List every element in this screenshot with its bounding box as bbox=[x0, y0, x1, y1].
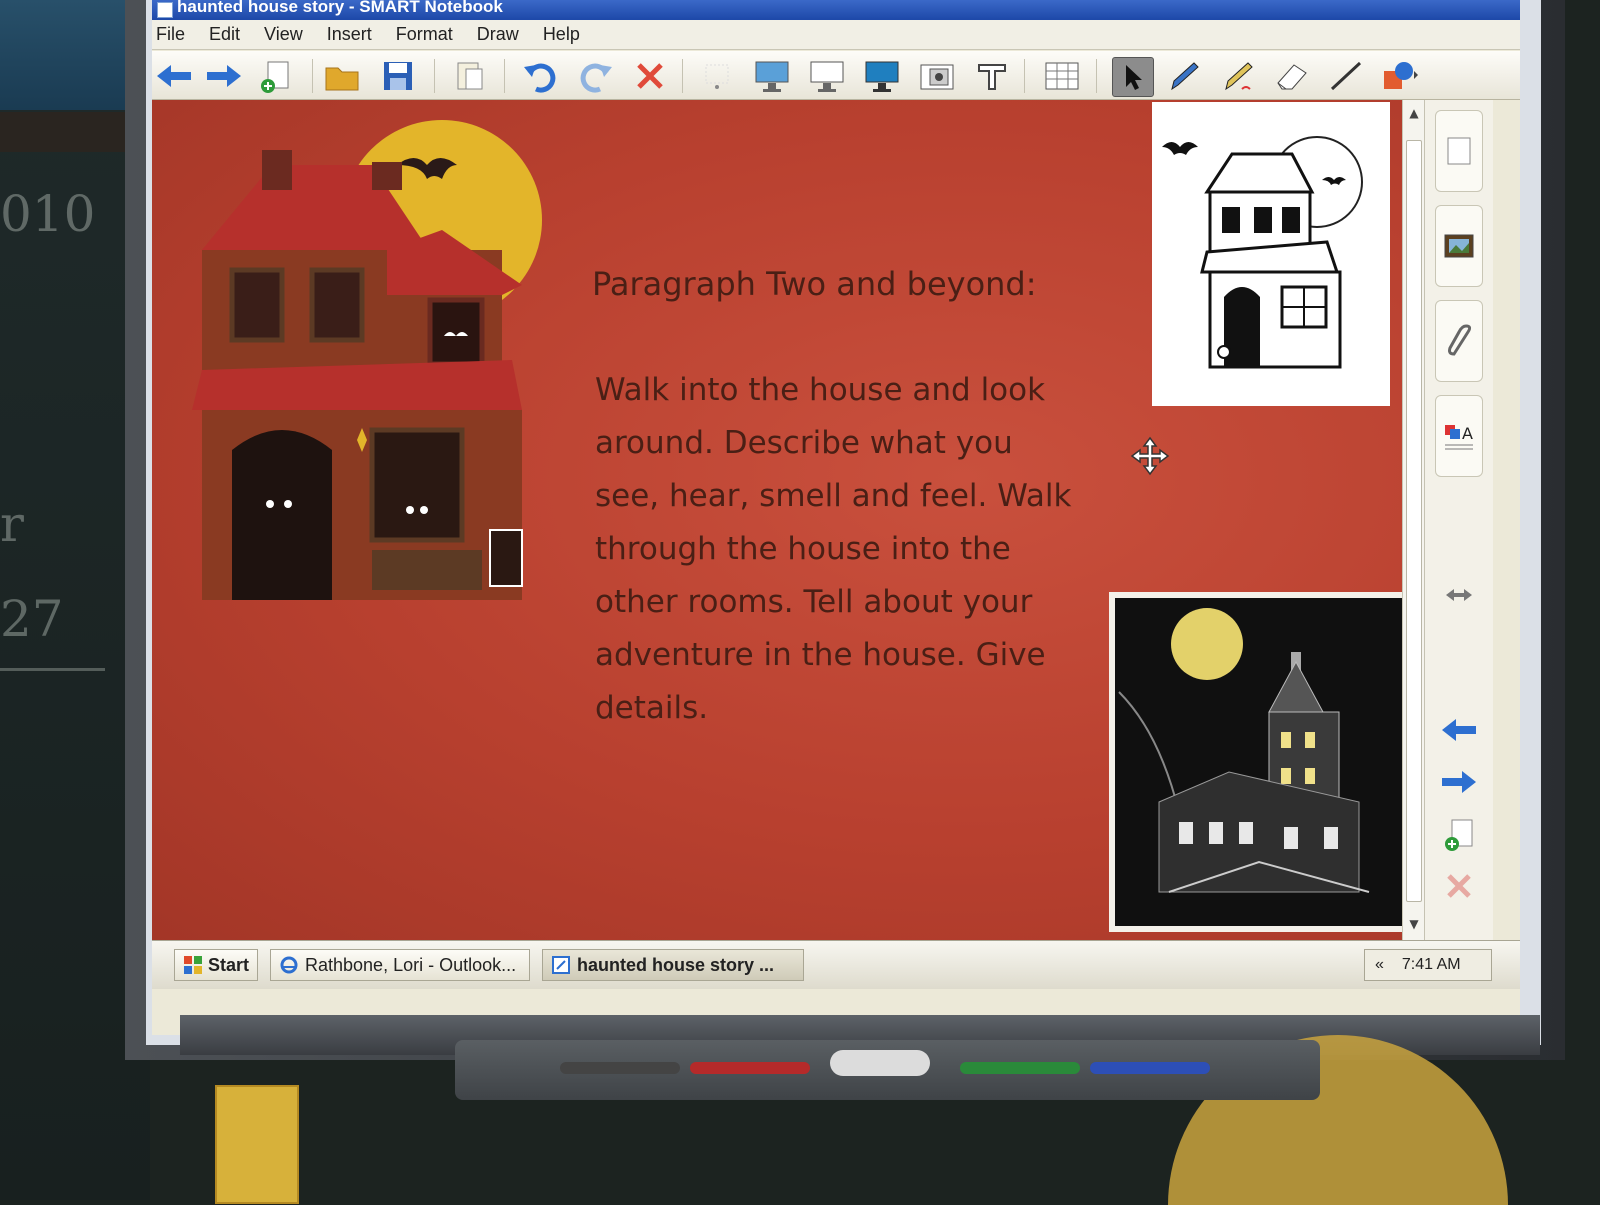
taskbar-item-label: Rathbone, Lori - Outlook... bbox=[305, 954, 517, 975]
red-pen bbox=[690, 1062, 810, 1074]
vertical-scrollbar[interactable]: ▲ ▼ bbox=[1402, 100, 1425, 940]
delete-page-icon[interactable] bbox=[1439, 866, 1479, 906]
title-bar[interactable]: haunted house story - SMART Notebook bbox=[152, 0, 1520, 20]
delete-icon[interactable] bbox=[630, 57, 670, 95]
next-page-icon[interactable] bbox=[1439, 762, 1479, 802]
attachments-icon bbox=[1448, 324, 1472, 356]
properties-tab[interactable]: A bbox=[1435, 395, 1483, 477]
undo-icon[interactable] bbox=[520, 57, 560, 95]
eraser bbox=[830, 1050, 930, 1076]
text-tool-icon[interactable] bbox=[972, 57, 1012, 95]
toolbar-separator bbox=[682, 59, 683, 93]
eraser-icon[interactable] bbox=[1272, 57, 1312, 95]
toolbar bbox=[152, 51, 1520, 100]
menu-edit[interactable]: Edit bbox=[209, 24, 240, 45]
toolbar-separator bbox=[434, 59, 435, 93]
window-title: haunted house story - SMART Notebook bbox=[177, 0, 503, 16]
chalk-writing: 27 bbox=[0, 590, 64, 648]
menu-view[interactable]: View bbox=[264, 24, 303, 45]
gallery-icon bbox=[1444, 234, 1474, 258]
slide-heading[interactable]: Paragraph Two and beyond: bbox=[592, 265, 1192, 303]
previous-page-icon[interactable] bbox=[1439, 710, 1479, 750]
pen-icon[interactable] bbox=[1164, 57, 1204, 95]
open-folder-icon[interactable] bbox=[322, 57, 362, 95]
chalk-writing: 010 bbox=[0, 185, 96, 243]
toolbar-separator bbox=[1096, 59, 1097, 93]
menu-insert[interactable]: Insert bbox=[327, 24, 372, 45]
table-icon[interactable] bbox=[1042, 57, 1082, 95]
svg-text:A: A bbox=[1462, 424, 1473, 443]
line-icon[interactable] bbox=[1326, 57, 1366, 95]
save-icon[interactable] bbox=[378, 57, 418, 95]
scroll-down-icon[interactable]: ▼ bbox=[1406, 915, 1422, 933]
black-pen bbox=[560, 1062, 680, 1074]
select-arrow-icon[interactable] bbox=[1112, 57, 1154, 97]
creative-pen-icon[interactable] bbox=[1218, 57, 1258, 95]
crayon-box bbox=[215, 1085, 299, 1204]
wall-photo bbox=[0, 0, 125, 110]
move-cursor-icon bbox=[1130, 436, 1170, 476]
full-screen-icon[interactable] bbox=[752, 57, 792, 95]
add-page-icon[interactable] bbox=[1439, 814, 1479, 854]
haunted-house-clipart[interactable] bbox=[172, 110, 542, 610]
properties-icon: A bbox=[1445, 424, 1473, 450]
blue-pen bbox=[1090, 1062, 1210, 1074]
start-label: Start bbox=[207, 954, 249, 975]
capture-icon[interactable] bbox=[917, 57, 957, 95]
menu-bar: File Edit View Insert Format Draw Help bbox=[152, 20, 1520, 50]
menu-format[interactable]: Format bbox=[396, 24, 453, 45]
chalk-line bbox=[0, 668, 105, 671]
paste-icon[interactable] bbox=[450, 57, 490, 95]
toolbar-separator bbox=[504, 59, 505, 93]
resize-arrows-icon[interactable] bbox=[1439, 575, 1479, 615]
back-arrow-icon[interactable] bbox=[154, 57, 194, 95]
forward-arrow-icon[interactable] bbox=[204, 57, 244, 95]
page-sorter-icon bbox=[1447, 137, 1471, 165]
notebook-icon bbox=[157, 2, 173, 18]
chalk-writing: r bbox=[0, 495, 24, 553]
tray-expand-button[interactable]: « bbox=[1375, 956, 1384, 974]
taskbar-item-notebook[interactable]: haunted house story ... bbox=[542, 949, 804, 981]
notebook-icon bbox=[552, 956, 570, 974]
shape-icon[interactable] bbox=[1380, 57, 1420, 95]
windows-logo-icon bbox=[184, 956, 202, 974]
menu-draw[interactable]: Draw bbox=[477, 24, 519, 45]
start-button[interactable]: Start bbox=[174, 949, 258, 981]
gallery-tab[interactable] bbox=[1435, 205, 1483, 287]
haunted-house-lineart[interactable] bbox=[1152, 102, 1390, 406]
menu-file[interactable]: File bbox=[156, 24, 185, 45]
scroll-up-icon[interactable]: ▲ bbox=[1406, 104, 1422, 122]
chalkboard-frame bbox=[0, 112, 125, 152]
side-tab-panel: A bbox=[1424, 100, 1493, 940]
system-tray: « 7:41 AM bbox=[1364, 949, 1492, 981]
app-window: haunted house story - SMART Notebook Fil… bbox=[152, 0, 1520, 1035]
taskbar: Start Rathbone, Lori - Outlook... haunte… bbox=[152, 940, 1520, 989]
slide-body-text[interactable]: Walk into the house and look around. Des… bbox=[595, 364, 1195, 735]
attachments-tab[interactable] bbox=[1435, 300, 1483, 382]
clock[interactable]: 7:41 AM bbox=[1402, 956, 1461, 974]
night-haunted-house-image[interactable] bbox=[1109, 592, 1409, 932]
toolbar-separator bbox=[1024, 59, 1025, 93]
green-pen bbox=[960, 1062, 1080, 1074]
internet-explorer-icon bbox=[280, 956, 298, 974]
page-sorter-tab[interactable] bbox=[1435, 110, 1483, 192]
toolbar-separator bbox=[312, 59, 313, 93]
screen-shade-icon[interactable] bbox=[697, 57, 737, 95]
scrollbar-thumb[interactable] bbox=[1406, 140, 1422, 902]
redo-icon[interactable] bbox=[576, 57, 616, 95]
display-icon[interactable] bbox=[862, 57, 902, 95]
taskbar-item-label: haunted house story ... bbox=[577, 954, 775, 975]
blank-screen-icon[interactable] bbox=[807, 57, 847, 95]
add-page-icon[interactable] bbox=[256, 57, 296, 95]
taskbar-item-outlook[interactable]: Rathbone, Lori - Outlook... bbox=[270, 949, 530, 981]
menu-help[interactable]: Help bbox=[543, 24, 580, 45]
